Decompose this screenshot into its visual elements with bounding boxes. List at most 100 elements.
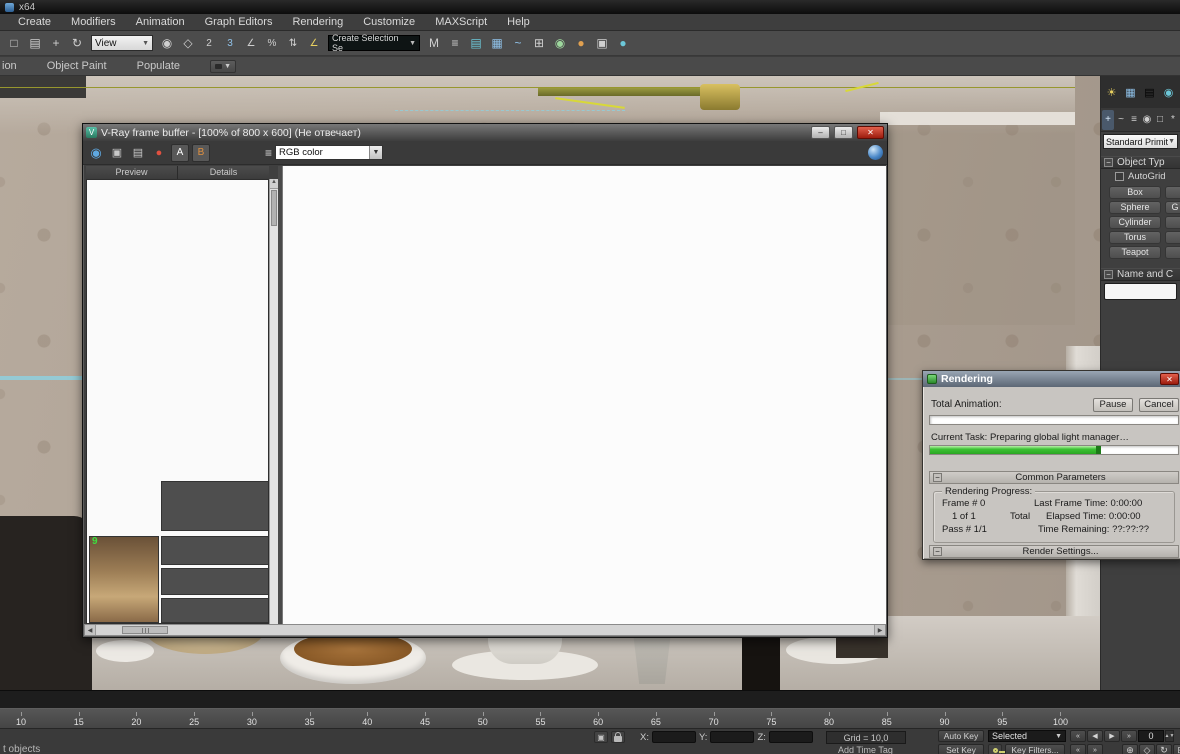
add-time-tag[interactable]: Add Time Tag (838, 745, 893, 754)
pause-button[interactable]: Pause (1093, 397, 1133, 412)
tab-utilities[interactable]: * (1167, 110, 1179, 130)
rendering-dialog-titlebar[interactable]: Rendering ✕ (923, 371, 1180, 387)
scroll-right-icon[interactable]: ▶ (874, 625, 885, 635)
tab-modify[interactable]: ~ (1115, 110, 1127, 130)
vfb-horizontal-scrollbar[interactable]: ◀ ▶ (84, 624, 886, 636)
reference-coordinate-dropdown[interactable]: View ▼ (91, 35, 153, 51)
primitive-button-partial[interactable]: G (1165, 201, 1180, 214)
layers-icon[interactable]: ▤ (1141, 84, 1158, 101)
angle-snap-icon[interactable]: ∠ (241, 33, 261, 53)
minimize-button[interactable]: – (811, 126, 830, 139)
dialog-close-button[interactable]: ✕ (1160, 373, 1179, 385)
go-to-start-icon[interactable]: « (1070, 730, 1086, 742)
chart-icon[interactable]: ▦ (1122, 84, 1139, 101)
select-manipulate-icon[interactable]: ◇ (178, 33, 198, 53)
menu-item[interactable]: Create (8, 15, 61, 29)
scroll-up-icon[interactable]: ▲ (270, 179, 278, 189)
maximize-button[interactable]: □ (834, 126, 853, 139)
rendered-frame-window-icon[interactable]: ▣ (592, 33, 612, 53)
ribbon-tab[interactable]: Populate (137, 60, 180, 72)
material-editor-icon[interactable]: ◉ (550, 33, 570, 53)
primitive-button-partial[interactable] (1165, 231, 1180, 244)
frame-spinner[interactable]: ▲▼ (1165, 730, 1174, 742)
rollout-common-parameters[interactable]: − Common Parameters (929, 471, 1179, 484)
rotate-icon[interactable]: ↻ (67, 33, 87, 53)
snap-toggle-icon[interactable]: 3 (220, 33, 240, 53)
move-icon[interactable]: + (46, 33, 66, 53)
primitive-button[interactable]: Box (1109, 186, 1161, 199)
name-field[interactable] (1104, 283, 1177, 300)
scroll-left-icon[interactable]: ◀ (85, 625, 96, 635)
align-icon[interactable]: ≡ (445, 33, 465, 53)
tab-hierarchy[interactable]: ≡ (1128, 110, 1140, 130)
show-alpha-icon[interactable]: A (171, 143, 189, 162)
maximize-viewport-icon[interactable]: ⊞ (1173, 744, 1180, 754)
curve-editor-icon[interactable]: ~ (508, 33, 528, 53)
rollout-name-and-color[interactable]: − Name and C (1101, 268, 1180, 281)
scrollbar-thumb[interactable] (122, 626, 168, 634)
tab-motion[interactable]: ◉ (1141, 110, 1153, 130)
render-setup-icon[interactable]: ● (571, 33, 591, 53)
percent-snap-icon[interactable]: % (262, 33, 282, 53)
rollout-render-settings[interactable]: − Render Settings... (929, 545, 1179, 558)
orbit-icon[interactable]: ↻ (1156, 744, 1172, 754)
rollout-object-type[interactable]: − Object Typ (1101, 156, 1180, 169)
render-production-icon[interactable]: ● (613, 33, 633, 53)
graphite-ribbon-icon[interactable]: ▦ (487, 33, 507, 53)
spinner-snap-icon[interactable]: ⇅ (283, 33, 303, 53)
select-by-name-icon[interactable]: ▤ (25, 33, 45, 53)
history-row[interactable] (161, 481, 268, 531)
clear-image-icon[interactable]: ● (150, 144, 168, 162)
zoom-icon[interactable]: ⊕ (1122, 744, 1138, 754)
history-row[interactable] (161, 568, 268, 595)
track-bar[interactable] (0, 690, 1180, 708)
history-row[interactable] (161, 598, 268, 623)
set-key-button[interactable]: Set Key (938, 744, 984, 754)
history-thumbnail[interactable]: 9 (89, 536, 159, 623)
selection-set-dropdown[interactable]: Selected ▼ (988, 730, 1066, 742)
pan-icon[interactable]: ◇ (1139, 744, 1155, 754)
edit-keyboard-icon[interactable]: ∠ (304, 33, 324, 53)
y-input[interactable] (710, 731, 755, 743)
key-filters-button[interactable]: Key Filters... (1005, 744, 1065, 754)
cancel-button[interactable]: Cancel (1139, 397, 1179, 412)
menu-item[interactable]: Customize (353, 15, 425, 29)
load-image-icon[interactable]: ▤ (129, 144, 147, 162)
autogrid-checkbox[interactable] (1115, 172, 1124, 181)
primitive-button[interactable]: Cylinder (1109, 216, 1161, 229)
menu-item[interactable]: Modifiers (61, 15, 126, 29)
menu-item[interactable]: MAXScript (425, 15, 497, 29)
vfb-titlebar[interactable]: V V-Ray frame buffer - [100% of 800 x 60… (83, 124, 887, 141)
primitive-button[interactable]: Teapot (1109, 246, 1161, 259)
menu-item[interactable]: Rendering (282, 15, 353, 29)
timeline-ruler[interactable]: 10 15 20 25 30 35 40 45 50 55 60 65 70 75 80 85 90 95 100 (0, 708, 1180, 728)
mirror-icon[interactable]: M (424, 33, 444, 53)
render-last-icon[interactable]: ◉ (87, 144, 105, 162)
show-channel-icon[interactable]: B (192, 143, 210, 162)
menu-item[interactable]: Help (497, 15, 540, 29)
vray-sphere-icon[interactable] (868, 145, 883, 160)
ribbon-tab[interactable]: ion (2, 60, 17, 72)
menu-item[interactable]: Animation (126, 15, 195, 29)
z-input[interactable] (768, 731, 813, 743)
sun-icon[interactable]: ☀ (1103, 84, 1120, 101)
tab-create[interactable]: + (1102, 109, 1114, 130)
vfb-menu-icon[interactable]: ≡ (265, 146, 272, 160)
previous-key-icon[interactable]: « (1070, 744, 1086, 754)
ribbon-tab[interactable]: Object Paint (47, 60, 107, 72)
selection-lock-icon[interactable] (611, 731, 625, 743)
play-icon[interactable]: ▶ (1104, 730, 1120, 742)
x-input[interactable] (651, 731, 696, 743)
history-list[interactable]: 9 (86, 179, 269, 624)
named-selection-set-combo[interactable]: Create Selection Se ▼ (328, 33, 420, 53)
auto-key-button[interactable]: Auto Key (938, 730, 984, 742)
primitive-button[interactable]: Torus (1109, 231, 1161, 244)
primitive-button-partial[interactable] (1165, 246, 1180, 259)
primitive-button-partial[interactable] (1165, 186, 1180, 199)
key-mode-icon[interactable] (988, 744, 1005, 754)
keyboard-shortcut-icon[interactable]: 2 (199, 33, 219, 53)
go-to-end-icon[interactable]: » (1121, 730, 1137, 742)
display-icon[interactable]: ◉ (1160, 84, 1177, 101)
schematic-view-icon[interactable]: ⊞ (529, 33, 549, 53)
next-key-icon[interactable]: » (1087, 744, 1103, 754)
